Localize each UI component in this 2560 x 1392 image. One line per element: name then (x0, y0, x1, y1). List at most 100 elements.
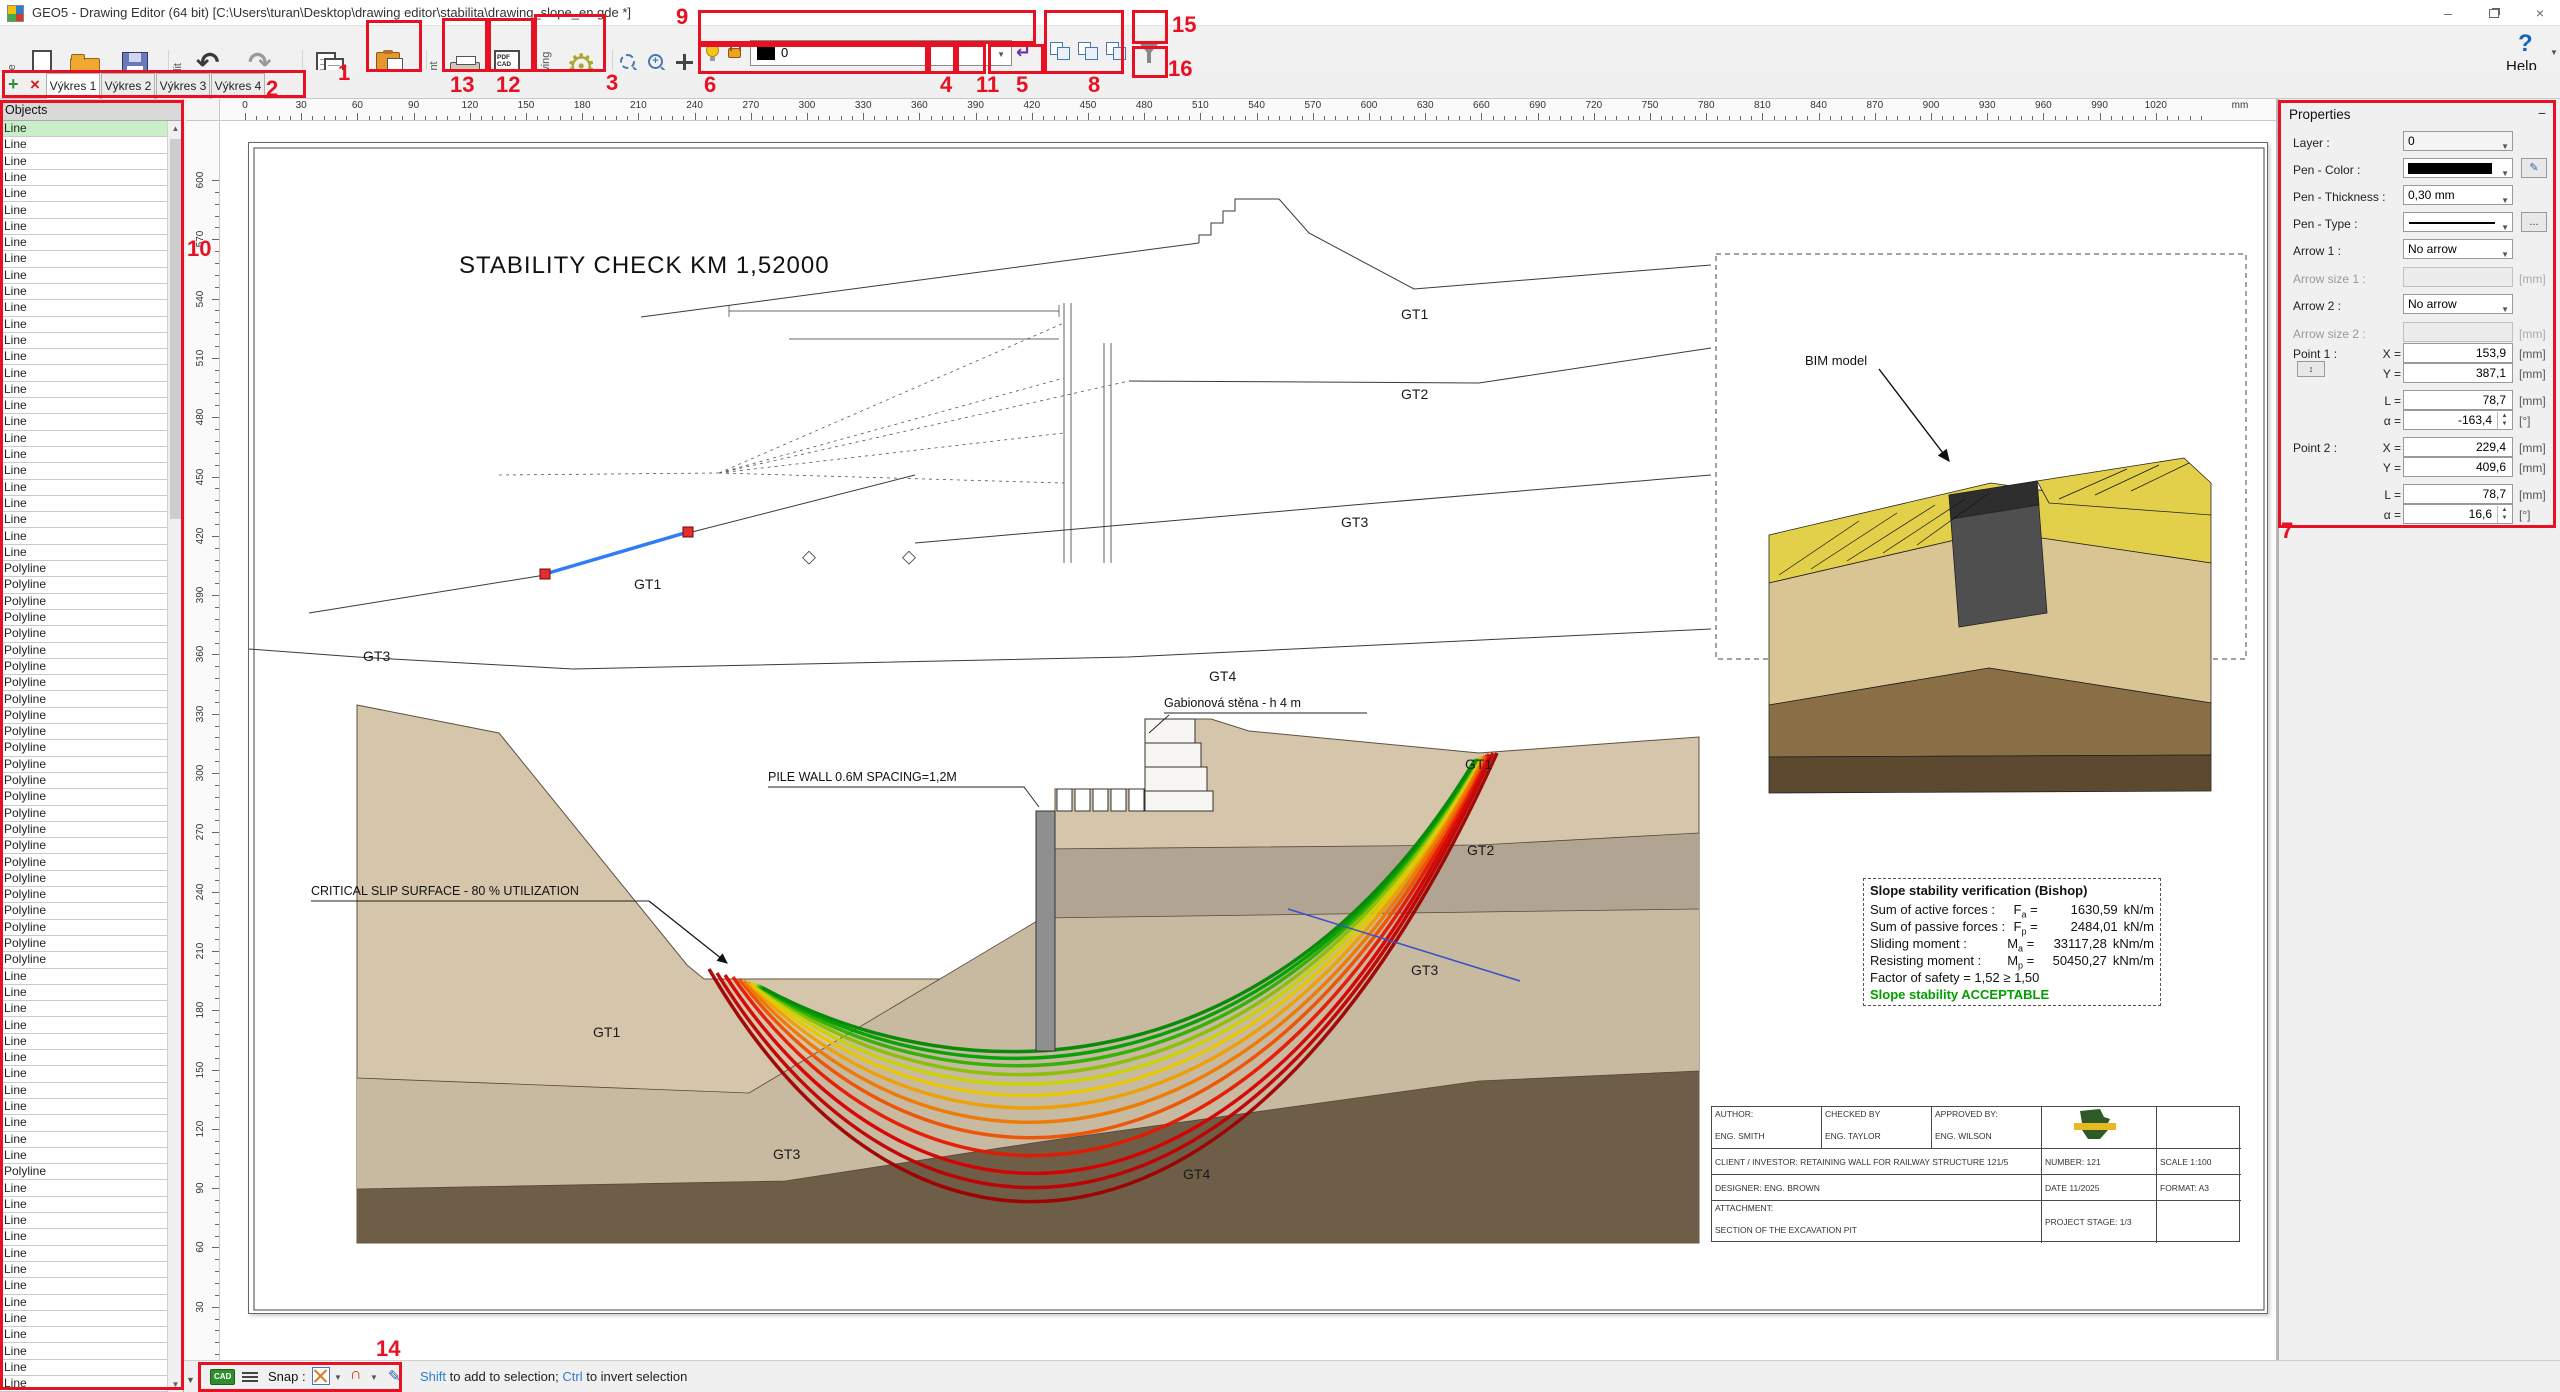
object-list-item[interactable]: Line (0, 366, 168, 382)
eyedropper-button[interactable]: ✎ (2521, 158, 2547, 178)
spinner-icon[interactable]: ▲▼ (2497, 412, 2511, 429)
object-list-item[interactable]: Polyline (0, 822, 168, 838)
object-list-item[interactable]: Line (0, 137, 168, 153)
close-button[interactable]: × (2517, 0, 2560, 26)
object-list-item[interactable]: Line (0, 382, 168, 398)
scrollbar-thumb[interactable] (170, 139, 181, 519)
object-list-item[interactable]: Polyline (0, 887, 168, 903)
object-list-item[interactable]: Line (0, 317, 168, 333)
snap-mode-icon[interactable] (312, 1367, 330, 1385)
arrow1-select[interactable]: No arrow▼ (2403, 239, 2513, 259)
close-sheet-button[interactable]: × (30, 75, 40, 95)
object-list-item[interactable]: Line (0, 235, 168, 251)
object-list-item[interactable]: Line (0, 333, 168, 349)
magnet-dropdown-icon[interactable]: ▼ (370, 1373, 378, 1382)
object-list-item[interactable]: Line (0, 545, 168, 561)
object-list-item[interactable]: Line (0, 284, 168, 300)
tab-vykres-3[interactable]: Výkres 3 (156, 73, 210, 99)
pen-type-more-button[interactable]: ... (2521, 212, 2547, 232)
pan-icon[interactable] (676, 54, 693, 71)
object-list-item[interactable]: Polyline (0, 594, 168, 610)
snap-dropdown-icon[interactable]: ▼ (334, 1373, 342, 1382)
object-list-item[interactable]: Polyline (0, 561, 168, 577)
objects-scrollbar[interactable]: ▲ ▼ (167, 121, 183, 1392)
copy-objects-icon[interactable] (1050, 42, 1070, 60)
object-list-item[interactable]: Line (0, 170, 168, 186)
zoom-in-icon[interactable]: + (648, 54, 663, 69)
object-list-item[interactable]: Polyline (0, 757, 168, 773)
object-list-item[interactable]: Line (0, 447, 168, 463)
object-list-item[interactable]: Polyline (0, 952, 168, 968)
object-list-item[interactable]: Line (0, 398, 168, 414)
object-list-item[interactable]: Line (0, 1197, 168, 1213)
object-list-item[interactable]: Line (0, 1083, 168, 1099)
object-list-item[interactable]: Line (0, 349, 168, 365)
object-list-item[interactable]: Line (0, 1034, 168, 1050)
point-swap-button[interactable]: ↕ (2297, 361, 2325, 377)
object-list-item[interactable]: Line (0, 203, 168, 219)
paper-sheet[interactable]: BIM model STABILITY CHECK KM 1,52000 CRI… (248, 142, 2268, 1314)
scroll-down-icon[interactable]: ▼ (168, 1380, 183, 1389)
object-list-item[interactable]: Line (0, 1327, 168, 1343)
help-icon[interactable]: ? (2518, 30, 2533, 58)
object-list-item[interactable]: Line (0, 1213, 168, 1229)
object-list-item[interactable]: Line (0, 121, 168, 137)
object-list-item[interactable]: Polyline (0, 855, 168, 871)
object-list-item[interactable]: Line (0, 1066, 168, 1082)
layer-combo-dropdown-icon[interactable]: ▼ (997, 50, 1005, 59)
point2-l-field[interactable]: 78,7 (2403, 484, 2513, 504)
point1-y-field[interactable]: 387,1 (2403, 363, 2513, 383)
tab-vykres-2[interactable]: Výkres 2 (101, 73, 155, 99)
object-list-item[interactable]: Line (0, 969, 168, 985)
object-list-item[interactable]: Line (0, 1148, 168, 1164)
object-list-item[interactable]: Polyline (0, 692, 168, 708)
object-list-item[interactable]: Line (0, 1132, 168, 1148)
object-list-item[interactable]: Line (0, 1001, 168, 1017)
object-list-item[interactable]: Line (0, 186, 168, 202)
point1-x-field[interactable]: 153,9 (2403, 343, 2513, 363)
zoom-selection-icon[interactable] (620, 54, 635, 69)
pen-type-select[interactable]: ▼ (2403, 212, 2513, 232)
object-list-item[interactable]: Polyline (0, 610, 168, 626)
pen-color-select[interactable]: ▼ (2403, 158, 2513, 178)
object-list-item[interactable]: Polyline (0, 626, 168, 642)
object-list-item[interactable]: Line (0, 251, 168, 267)
object-list-item[interactable]: Line (0, 529, 168, 545)
tab-vykres-4[interactable]: Výkres 4 (211, 73, 265, 99)
object-list-item[interactable]: Line (0, 985, 168, 1001)
move-objects-icon[interactable] (1078, 42, 1098, 60)
array-objects-icon[interactable] (1106, 42, 1126, 60)
object-list-item[interactable]: Line (0, 1262, 168, 1278)
object-list-item[interactable]: Line (0, 1311, 168, 1327)
object-list-item[interactable]: Line (0, 219, 168, 235)
line-handle-start[interactable] (540, 569, 550, 579)
cad-status-icon[interactable]: CAD (210, 1369, 235, 1385)
tab-vykres-1[interactable]: Výkres 1 (46, 73, 100, 99)
object-list-item[interactable]: Line (0, 268, 168, 284)
object-list-item[interactable]: Line (0, 300, 168, 316)
apply-layer-icon[interactable]: ↵ (1016, 42, 1031, 63)
restore-button[interactable] (2471, 0, 2517, 26)
object-list-item[interactable]: Line (0, 512, 168, 528)
point1-angle-field[interactable]: -163,4▲▼ (2403, 410, 2513, 430)
object-list-item[interactable]: Polyline (0, 675, 168, 691)
object-list-item[interactable]: Polyline (0, 789, 168, 805)
scroll-up-icon[interactable]: ▲ (168, 124, 183, 133)
magnet-icon[interactable]: ∩ (350, 1366, 362, 1384)
object-list-item[interactable]: Polyline (0, 708, 168, 724)
object-list-item[interactable]: Line (0, 1295, 168, 1311)
object-list-item[interactable]: Polyline (0, 903, 168, 919)
line-handle-end[interactable] (683, 527, 693, 537)
object-list-item[interactable]: Line (0, 1278, 168, 1294)
object-list-item[interactable]: Line (0, 496, 168, 512)
point2-x-field[interactable]: 229,4 (2403, 437, 2513, 457)
object-list-item[interactable]: Line (0, 1246, 168, 1262)
selected-line[interactable] (540, 527, 693, 579)
object-list-item[interactable]: Polyline (0, 659, 168, 675)
object-list-item[interactable]: Polyline (0, 838, 168, 854)
pen-status-icon[interactable]: ✎ (388, 1367, 401, 1385)
object-list-item[interactable]: Line (0, 1376, 168, 1392)
object-list-item[interactable]: Line (0, 1050, 168, 1066)
add-sheet-button[interactable]: + (8, 74, 19, 95)
object-list-item[interactable]: Line (0, 1181, 168, 1197)
